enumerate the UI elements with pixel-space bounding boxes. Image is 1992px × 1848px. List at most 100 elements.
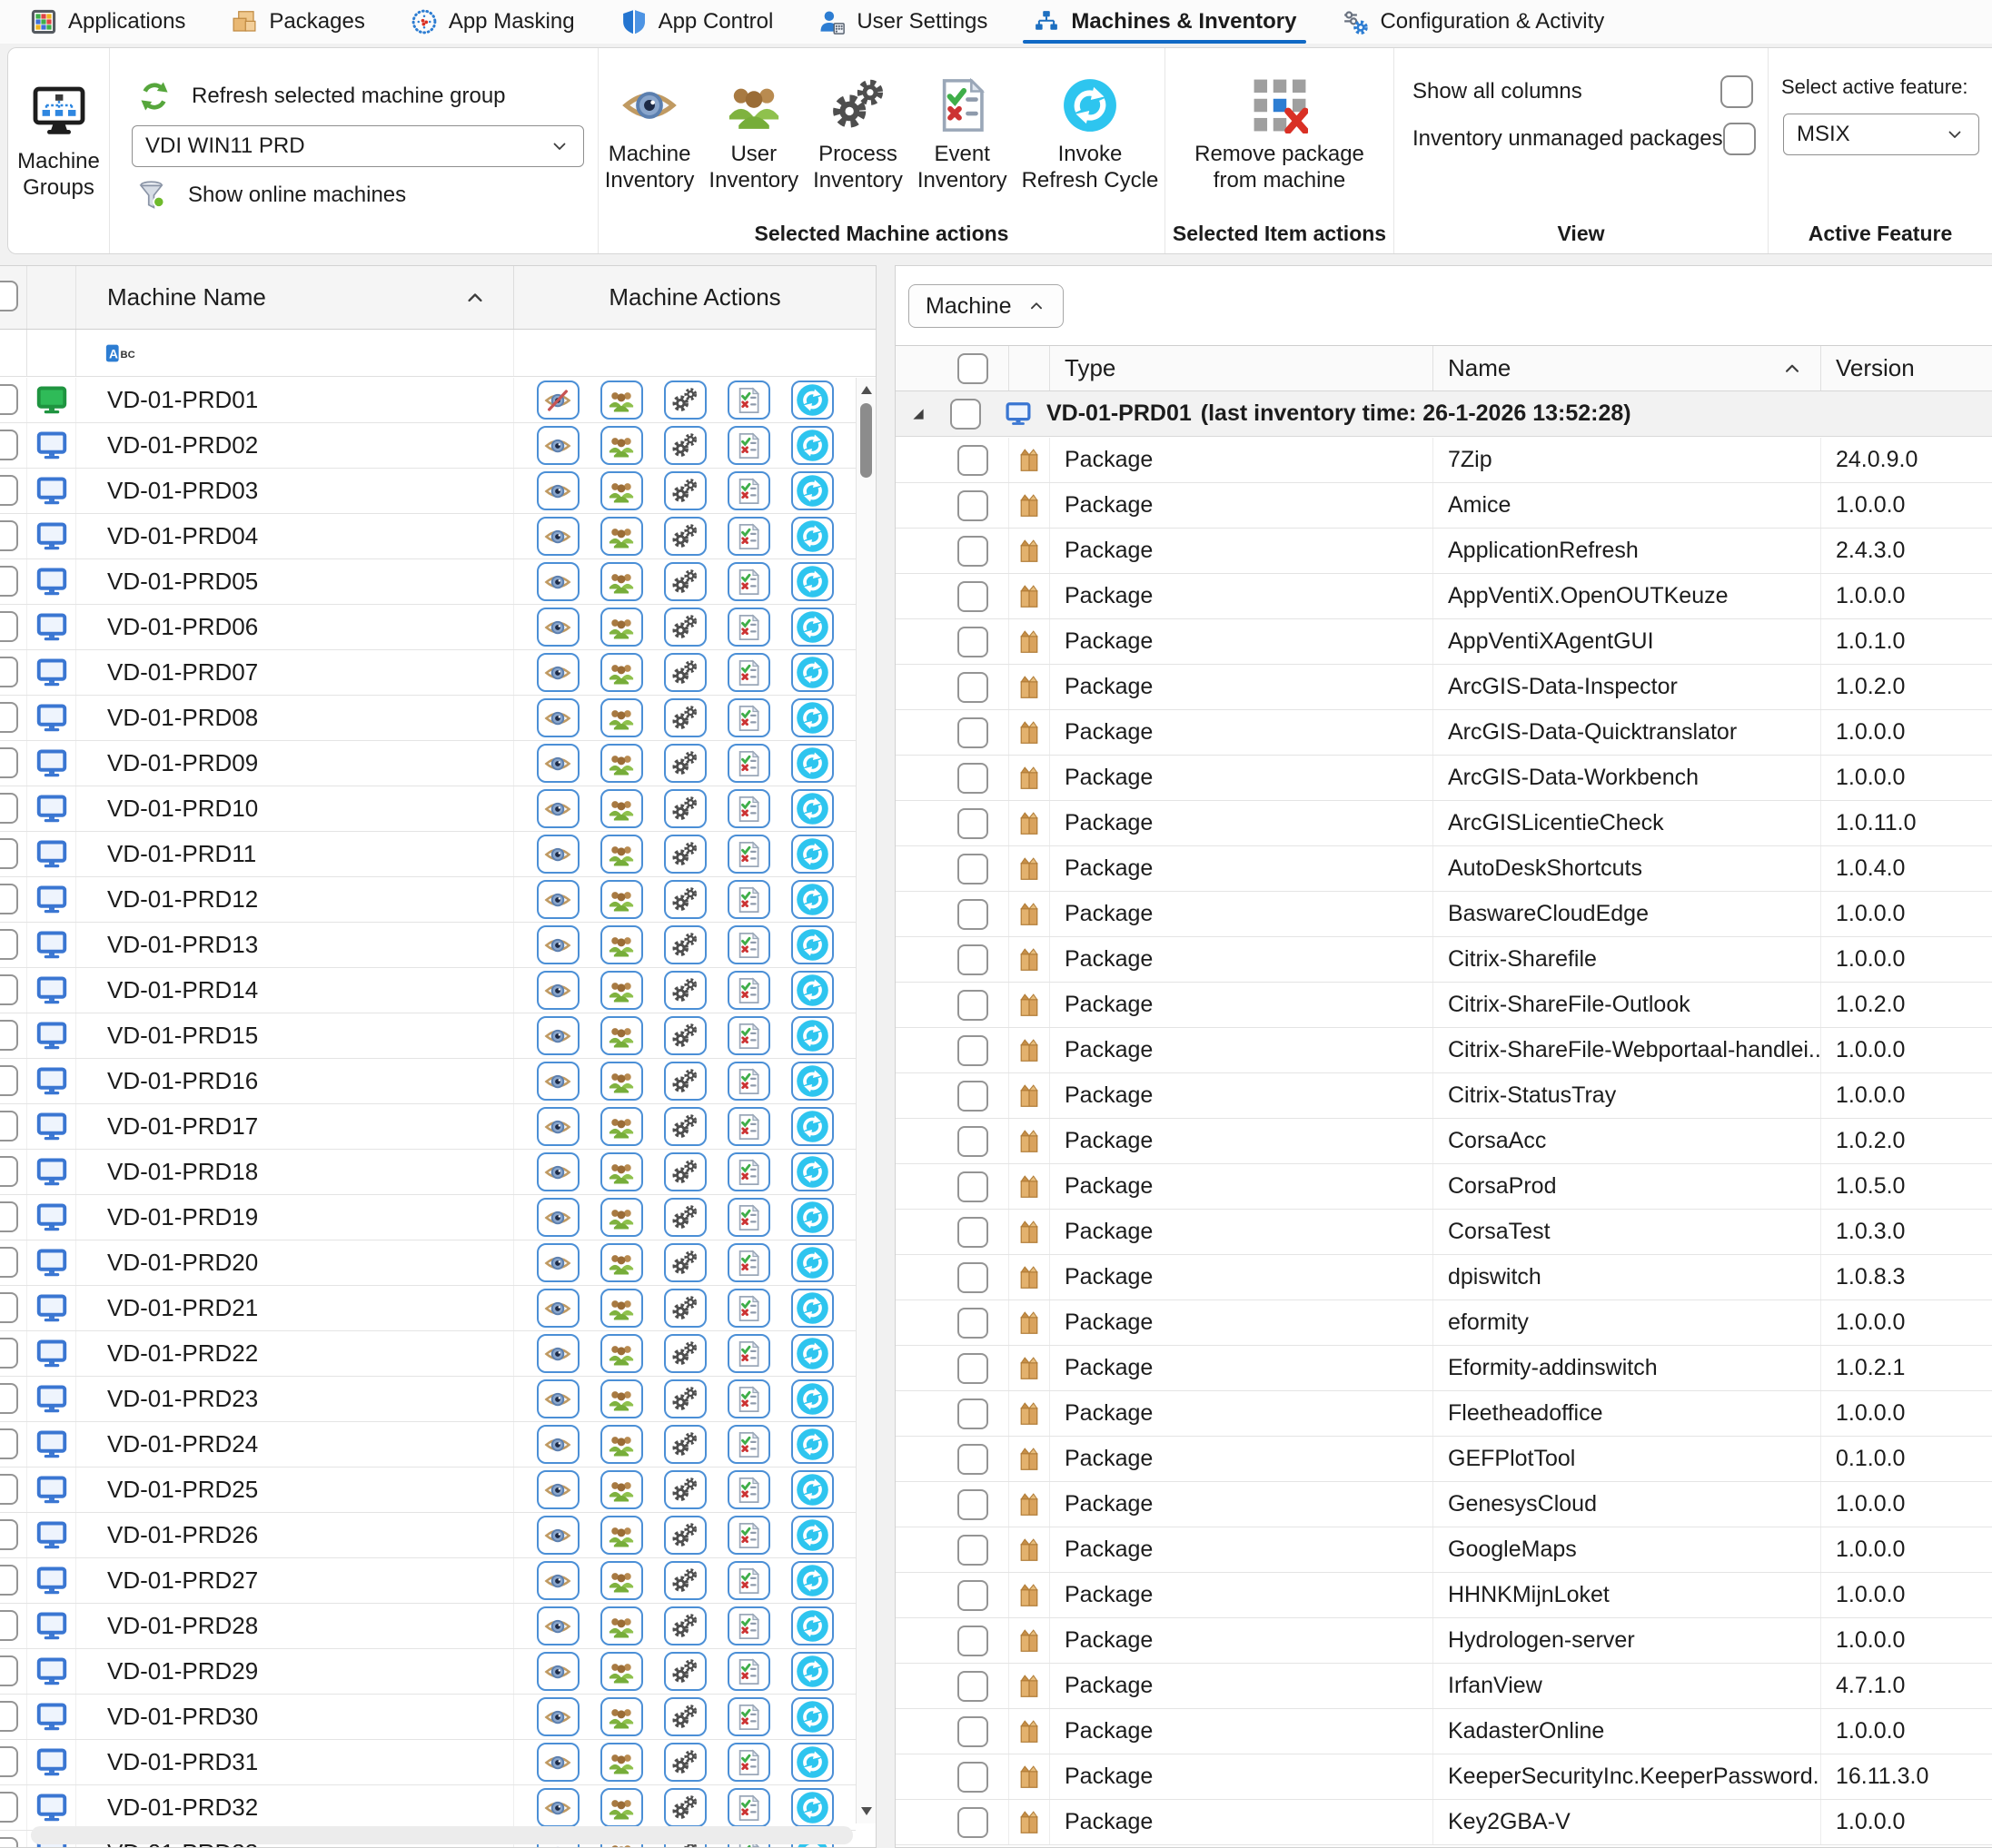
machine-name-filter-input[interactable] [76,330,514,376]
machine-row[interactable]: VD-01-PRD23 [0,1377,856,1422]
event-inventory-row-button[interactable] [728,471,770,510]
invoke-refresh-cycle-row-button[interactable] [791,1107,834,1146]
tab-app-masking[interactable]: App Masking [388,0,598,44]
user-inventory-row-button[interactable] [600,1425,643,1464]
tab-packages[interactable]: Packages [208,0,387,44]
machine-row[interactable]: VD-01-PRD27 [0,1558,856,1604]
process-inventory-row-button[interactable] [664,1198,707,1237]
process-inventory-row-button[interactable] [664,789,707,828]
invoke-refresh-cycle-row-button[interactable] [791,1652,834,1691]
package-checkbox[interactable] [957,1626,988,1656]
event-inventory-row-button[interactable] [728,789,770,828]
invoke-refresh-cycle-row-button[interactable] [791,1606,834,1645]
process-inventory-row-button[interactable] [664,698,707,737]
machine-inventory-row-button[interactable] [537,744,580,783]
machine-inventory-row-button[interactable] [537,1652,580,1691]
event-inventory-row-button[interactable] [728,1334,770,1373]
user-inventory-row-button[interactable] [600,971,643,1010]
user-inventory-row-button[interactable] [600,1334,643,1373]
machine-row-checkbox[interactable] [0,884,18,914]
machine-row-checkbox[interactable] [0,1383,18,1414]
user-inventory-row-button[interactable] [600,1606,643,1645]
user-inventory-row-button[interactable] [600,1743,643,1782]
package-row[interactable]: Package ArcGISLicentieCheck 1.0.11.0 [896,801,1992,846]
machine-inventory-row-button[interactable] [537,1425,580,1464]
machine-row[interactable]: VD-01-PRD18 [0,1150,856,1195]
user-inventory-row-button[interactable] [600,1470,643,1509]
machine-inventory-row-button[interactable] [537,380,580,420]
machine-row[interactable]: VD-01-PRD07 [0,650,856,696]
machine-row[interactable]: VD-01-PRD04 [0,514,856,559]
machine-row-checkbox[interactable] [0,1610,18,1641]
user-inventory-row-button[interactable] [600,1198,643,1237]
collapse-group-icon[interactable] [910,406,927,422]
process-inventory-row-button[interactable] [664,517,707,556]
machine-row[interactable]: VD-01-PRD29 [0,1649,856,1695]
invoke-refresh-cycle-row-button[interactable] [791,835,834,874]
machine-row-checkbox[interactable] [0,1338,18,1369]
machine-row-checkbox[interactable] [0,1655,18,1686]
group-by-machine-chip[interactable]: Machine [908,284,1064,328]
tab-configuration-activity[interactable]: Configuration & Activity [1319,0,1627,44]
package-row[interactable]: Package Hydrologen-server 1.0.0.0 [896,1618,1992,1664]
invoke-refresh-cycle-row-button[interactable] [791,380,834,420]
machine-inventory-row-button[interactable] [537,608,580,647]
package-row[interactable]: Package CorsaTest 1.0.3.0 [896,1210,1992,1255]
package-row[interactable]: Package 7Zip 24.0.9.0 [896,438,1992,483]
event-inventory-row-button[interactable] [728,1470,770,1509]
machine-row[interactable]: VD-01-PRD15 [0,1013,856,1059]
machine-inventory-row-button[interactable] [537,1152,580,1191]
machine-inventory-row-button[interactable] [537,1016,580,1055]
user-inventory-row-button[interactable] [600,744,643,783]
machine-row[interactable]: VD-01-PRD22 [0,1331,856,1377]
package-checkbox[interactable] [957,899,988,930]
event-inventory-row-button[interactable] [728,1152,770,1191]
process-inventory-row-button[interactable] [664,653,707,692]
machine-inventory-row-button[interactable] [537,1743,580,1782]
machine-row[interactable]: VD-01-PRD20 [0,1240,856,1286]
package-row[interactable]: Package CorsaProd 1.0.5.0 [896,1164,1992,1210]
invoke-refresh-cycle-row-button[interactable] [791,1470,834,1509]
machine-row-checkbox[interactable] [0,1746,18,1777]
package-row[interactable]: Package Citrix-StatusTray 1.0.0.0 [896,1073,1992,1119]
process-inventory-row-button[interactable] [664,608,707,647]
process-inventory-row-button[interactable] [664,1788,707,1827]
user-inventory-row-button[interactable] [600,426,643,465]
package-row[interactable]: Package eformity 1.0.0.0 [896,1300,1992,1346]
package-checkbox[interactable] [957,1217,988,1248]
event-inventory-row-button[interactable] [728,517,770,556]
process-inventory-row-button[interactable] [664,1652,707,1691]
machine-row-checkbox[interactable] [0,1701,18,1732]
machine-inventory-row-button[interactable] [537,1516,580,1555]
show-online-machines-button[interactable]: Show online machines [137,180,598,211]
machine-row-checkbox[interactable] [0,1565,18,1596]
package-checkbox[interactable] [957,1353,988,1384]
user-inventory-row-button[interactable] [600,1062,643,1101]
package-checkbox[interactable] [957,1398,988,1429]
machine-row-checkbox[interactable] [0,793,18,824]
select-all-items-checkbox[interactable] [957,353,988,384]
package-checkbox[interactable] [957,1580,988,1611]
invoke-refresh-cycle-row-button[interactable] [791,517,834,556]
process-inventory-row-button[interactable] [664,1107,707,1146]
machine-inventory-row-button[interactable] [537,925,580,964]
invoke-refresh-cycle-row-button[interactable] [791,426,834,465]
process-inventory-row-button[interactable] [664,744,707,783]
machine-row-checkbox[interactable] [0,929,18,960]
package-checkbox[interactable] [957,536,988,567]
machine-row[interactable]: VD-01-PRD06 [0,605,856,650]
invoke-refresh-cycle-row-button[interactable] [791,1425,834,1464]
tab-app-control[interactable]: App Control [598,0,797,44]
invoke-refresh-cycle-row-button[interactable] [791,925,834,964]
show-all-columns-checkbox[interactable] [1720,75,1753,108]
process-inventory-row-button[interactable] [664,1016,707,1055]
machine-row[interactable]: VD-01-PRD30 [0,1695,856,1740]
machine-row[interactable]: VD-01-PRD25 [0,1468,856,1513]
machine-row-checkbox[interactable] [0,702,18,733]
user-inventory-row-button[interactable] [600,562,643,601]
event-inventory-row-button[interactable] [728,744,770,783]
event-inventory-row-button[interactable] [728,971,770,1010]
package-checkbox[interactable] [957,581,988,612]
event-inventory-row-button[interactable] [728,1606,770,1645]
package-row[interactable]: Package Citrix-ShareFile-Outlook 1.0.2.0 [896,983,1992,1028]
